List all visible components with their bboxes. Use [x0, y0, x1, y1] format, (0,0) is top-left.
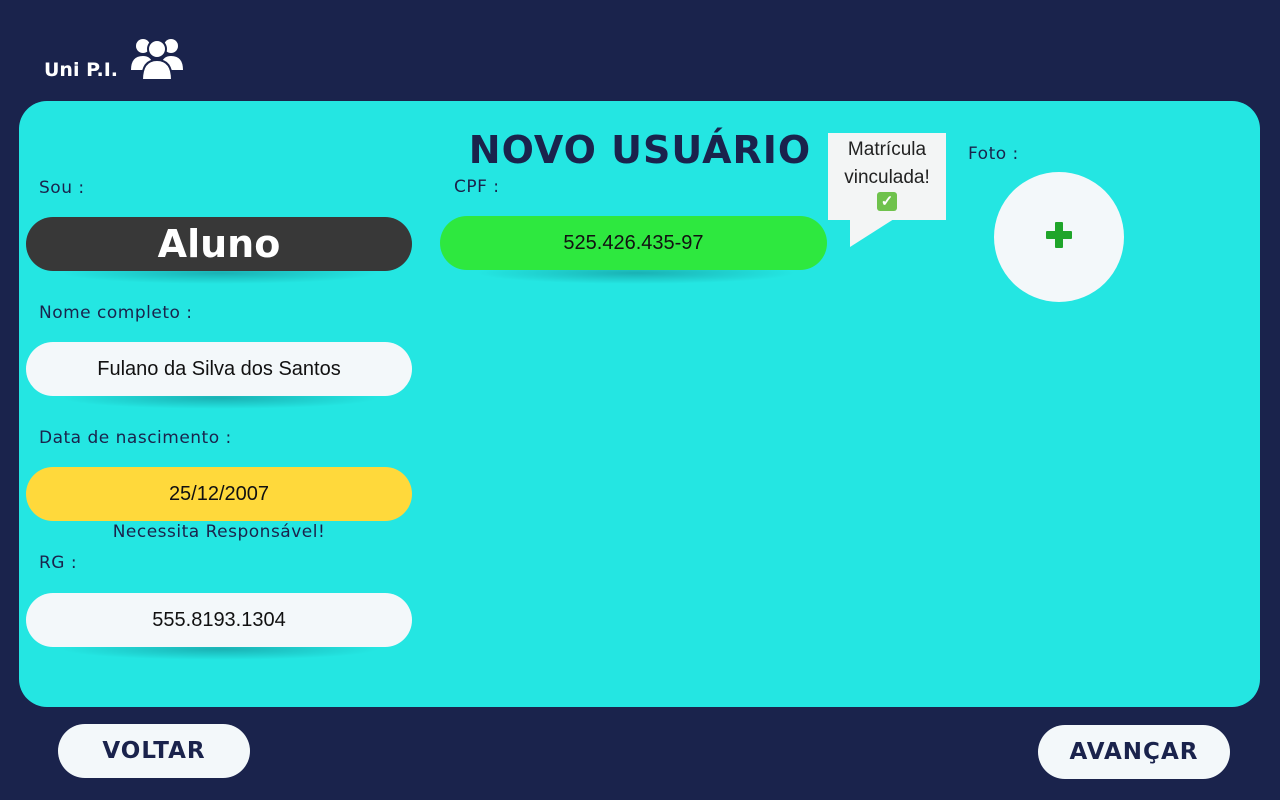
- brand-name: Uni P.I.: [44, 59, 119, 81]
- role-value: Aluno: [157, 222, 281, 266]
- role-select[interactable]: Aluno: [26, 217, 412, 271]
- back-button[interactable]: VOLTAR: [58, 724, 250, 778]
- next-button[interactable]: AVANÇAR: [1038, 725, 1230, 779]
- photo-label: Foto :: [968, 144, 1019, 164]
- birth-date-value: 25/12/2007: [168, 482, 270, 505]
- full-name-field[interactable]: Fulano da Silva dos Santos: [26, 342, 412, 396]
- check-icon: ✓: [877, 192, 897, 212]
- users-group-icon: [128, 32, 186, 86]
- cpf-label: CPF :: [454, 177, 500, 197]
- rg-field[interactable]: 555.8193.1304: [26, 593, 412, 647]
- birth-date-field[interactable]: 25/12/2007: [26, 467, 412, 521]
- cpf-value: 525.426.435-97: [563, 231, 704, 254]
- page-title: NOVO USUÁRIO: [468, 128, 812, 172]
- back-button-label: VOLTAR: [102, 738, 206, 764]
- rg-label: RG :: [39, 553, 78, 573]
- enrollment-linked-tooltip: Matrícula vinculada! ✓: [828, 133, 946, 220]
- brand: Uni P.I.: [44, 32, 186, 86]
- tooltip-tail: [850, 219, 894, 247]
- tooltip-line-1: Matrícula: [847, 139, 927, 160]
- full-name-value: Fulano da Silva dos Santos: [97, 357, 341, 380]
- guardian-required-warning: Necessita Responsável!: [112, 522, 326, 542]
- photo-upload-button[interactable]: [994, 172, 1124, 302]
- birth-date-label: Data de nascimento :: [39, 428, 232, 448]
- rg-value: 555.8193.1304: [152, 608, 286, 631]
- tooltip-line-2: vinculada!: [844, 167, 930, 188]
- role-label: Sou :: [39, 178, 85, 198]
- plus-icon: [1045, 221, 1073, 253]
- full-name-label: Nome completo :: [39, 303, 193, 323]
- cpf-field[interactable]: 525.426.435-97: [440, 216, 827, 270]
- next-button-label: AVANÇAR: [1069, 739, 1199, 765]
